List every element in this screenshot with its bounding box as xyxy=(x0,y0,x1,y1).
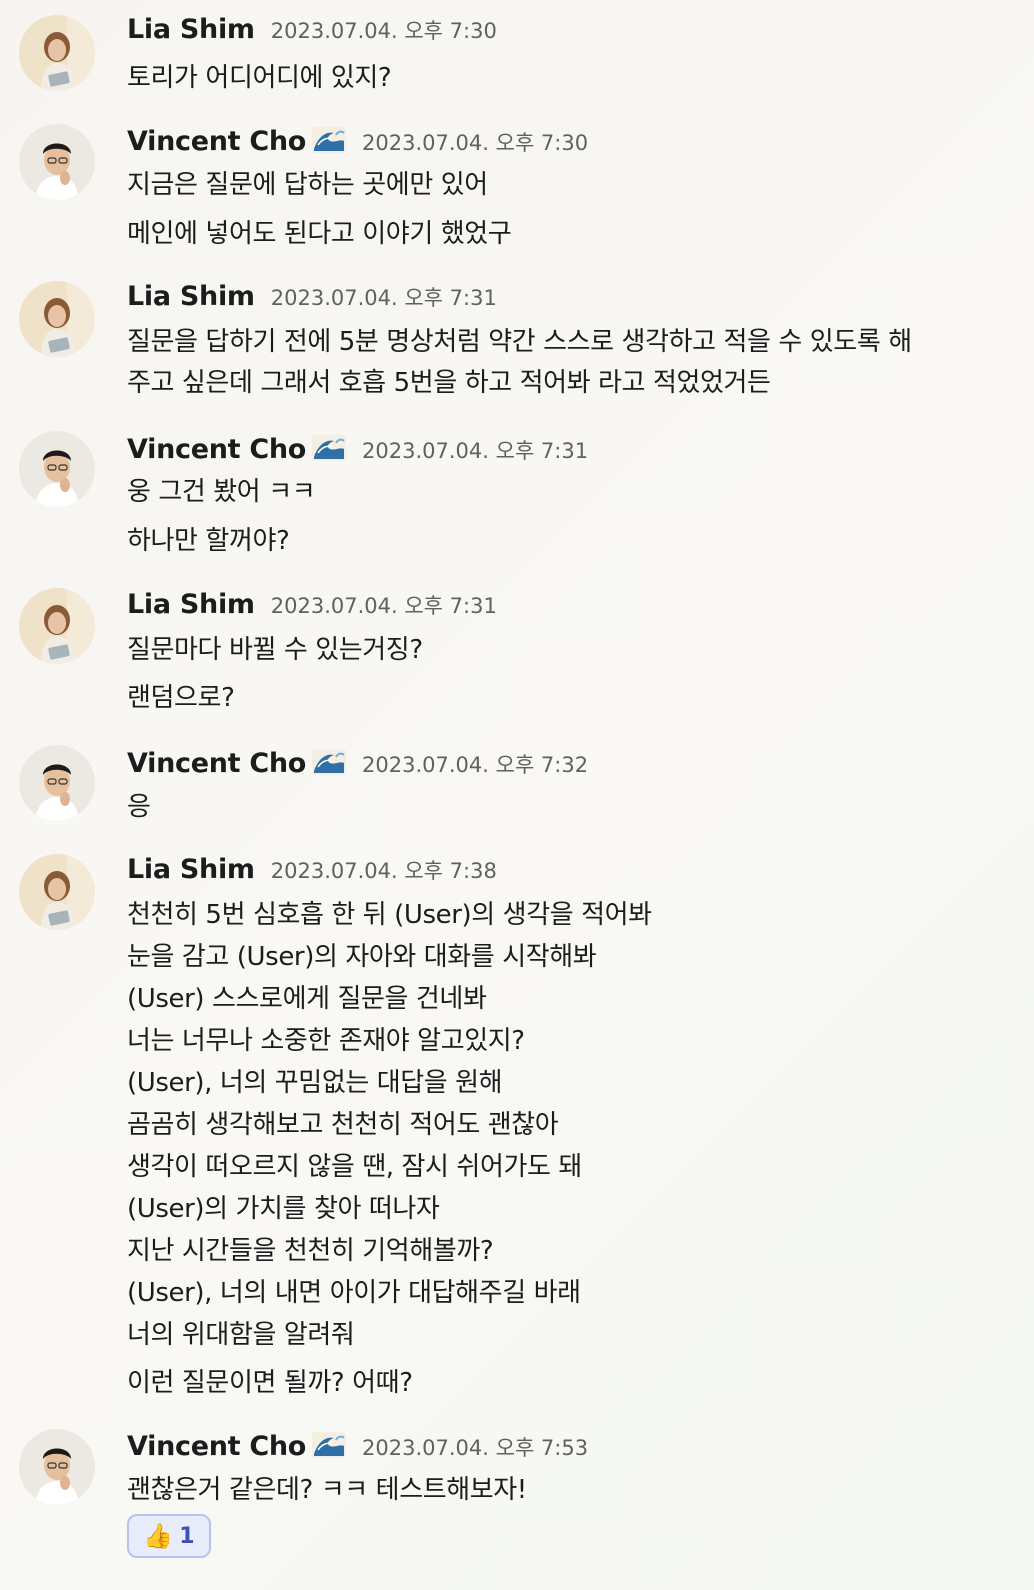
message-text: 주고 싶은데 그래서 호흡 5번을 하고 적어봐 라고 적었었거든 xyxy=(127,368,771,398)
wave-emoji-icon xyxy=(312,127,347,153)
timestamp[interactable]: 2023.07.04. 오후 7:30 xyxy=(271,15,497,45)
timestamp[interactable]: 2023.07.04. 오후 7:38 xyxy=(271,855,497,885)
message-text: 너의 위대함을 알려줘 xyxy=(127,1320,355,1350)
message-text: (User) 스스로에게 질문을 건네봐 xyxy=(127,984,487,1014)
message-text: (User), 너의 꾸밈없는 대답을 원해 xyxy=(127,1068,503,1098)
author-name[interactable]: Vincent Cho xyxy=(127,434,306,465)
thumbs-up-icon: 👍 xyxy=(143,1522,174,1550)
wave-emoji-icon xyxy=(312,749,347,775)
reaction-count: 1 xyxy=(179,1523,195,1549)
avatar-lia-shim[interactable] xyxy=(19,15,95,91)
message-text: 괜찮은거 같은데? ㅋㅋ 테스트해보자! xyxy=(127,1475,527,1505)
avatar-vincent-cho[interactable] xyxy=(19,745,95,821)
message-text: 너는 너무나 소중한 존재야 알고있지? xyxy=(127,1026,525,1056)
avatar-lia-shim[interactable] xyxy=(19,281,95,357)
message-text: 눈을 감고 (User)의 자아와 대화를 시작해봐 xyxy=(127,942,597,972)
author-name[interactable]: Vincent Cho xyxy=(127,1431,306,1462)
wave-emoji-icon xyxy=(312,435,347,461)
message-header: Lia Shim 2023.07.04. 오후 7:38 xyxy=(127,854,497,885)
timestamp[interactable]: 2023.07.04. 오후 7:30 xyxy=(362,127,588,157)
author-name[interactable]: Lia Shim xyxy=(127,589,255,620)
message-text: 지금은 질문에 답하는 곳에만 있어 xyxy=(127,170,488,200)
avatar-vincent-cho[interactable] xyxy=(19,1429,95,1505)
avatar-lia-shim[interactable] xyxy=(19,588,95,664)
author-name[interactable]: Lia Shim xyxy=(127,854,255,885)
timestamp[interactable]: 2023.07.04. 오후 7:53 xyxy=(362,1432,588,1462)
timestamp[interactable]: 2023.07.04. 오후 7:32 xyxy=(362,749,588,779)
message-text: 응 xyxy=(127,792,151,822)
timestamp[interactable]: 2023.07.04. 오후 7:31 xyxy=(271,590,497,620)
message-text: 지난 시간들을 천천히 기억해볼까? xyxy=(127,1236,494,1266)
message-header: Vincent Cho 2023.07.04. 오후 7:53 xyxy=(127,1429,588,1462)
message-text: 메인에 넣어도 된다고 이야기 했었구 xyxy=(127,219,512,249)
message-header: Lia Shim 2023.07.04. 오후 7:31 xyxy=(127,281,497,312)
message-text: 웅 그건 봤어 ㅋㅋ xyxy=(127,477,316,507)
message-text: 이런 질문이면 될까? 어때? xyxy=(127,1368,413,1398)
message-text: 곰곰히 생각해보고 천천히 적어도 괜찮아 xyxy=(127,1110,559,1140)
message-text: 랜덤으로? xyxy=(127,683,235,713)
message-header: Lia Shim 2023.07.04. 오후 7:31 xyxy=(127,589,497,620)
reaction-thumbs-up-button[interactable]: 👍 1 xyxy=(127,1514,211,1558)
message-text: 천천히 5번 심호흡 한 뒤 (User)의 생각을 적어봐 xyxy=(127,900,652,930)
avatar-vincent-cho[interactable] xyxy=(19,431,95,507)
message-header: Vincent Cho 2023.07.04. 오후 7:31 xyxy=(127,432,588,465)
message-text: 토리가 어디어디에 있지? xyxy=(127,63,392,93)
author-name[interactable]: Lia Shim xyxy=(127,14,255,45)
avatar-vincent-cho[interactable] xyxy=(19,124,95,200)
avatar-lia-shim[interactable] xyxy=(19,854,95,930)
author-name[interactable]: Vincent Cho xyxy=(127,748,306,779)
timestamp[interactable]: 2023.07.04. 오후 7:31 xyxy=(362,435,588,465)
message-text: 질문마다 바뀔 수 있는거징? xyxy=(127,635,423,665)
wave-emoji-icon xyxy=(312,1432,347,1458)
message-text: 생각이 떠오르지 않을 땐, 잠시 쉬어가도 돼 xyxy=(127,1152,582,1182)
author-name[interactable]: Lia Shim xyxy=(127,281,255,312)
message-header: Lia Shim 2023.07.04. 오후 7:30 xyxy=(127,14,497,45)
message-text: (User)의 가치를 찾아 떠나자 xyxy=(127,1194,440,1224)
message-text: 질문을 답하기 전에 5분 명상처럼 약간 스스로 생각하고 적을 수 있도록 … xyxy=(127,327,912,357)
message-header: Vincent Cho 2023.07.04. 오후 7:30 xyxy=(127,124,588,157)
timestamp[interactable]: 2023.07.04. 오후 7:31 xyxy=(271,282,497,312)
message-header: Vincent Cho 2023.07.04. 오후 7:32 xyxy=(127,746,588,779)
message-text: 하나만 할꺼야? xyxy=(127,526,290,556)
author-name[interactable]: Vincent Cho xyxy=(127,126,306,157)
message-text: (User), 너의 내면 아이가 대답해주길 바래 xyxy=(127,1278,581,1308)
